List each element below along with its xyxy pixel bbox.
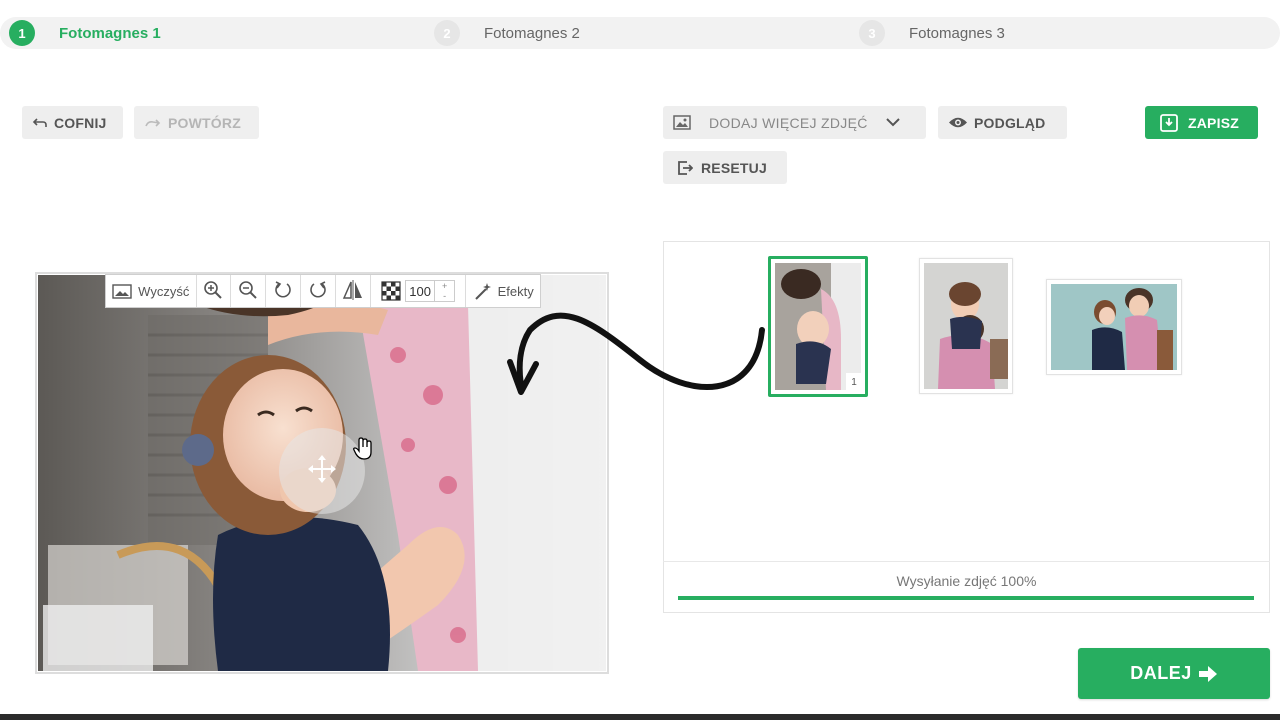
thumbnail-2-image [920,259,1012,393]
thumbnail-3-image [1047,280,1181,374]
opacity-control: 100 + - [371,275,467,307]
reset-icon [677,160,693,176]
steps-bar: 1 Fotomagnes 1 2 Fotomagnes 2 3 Fotomagn… [0,17,1280,49]
rotate-left-button[interactable] [266,275,302,307]
next-label: DALEJ [1130,663,1192,683]
rotate-right-icon [308,280,328,303]
bottom-bar [0,714,1280,720]
magic-wand-icon [473,281,493,301]
redo-button[interactable]: POWTÓRZ [134,106,259,139]
step-3-number: 3 [859,20,885,46]
add-photos-label: DODAJ WIĘCEJ ZDJĘĆ [709,114,868,131]
undo-button[interactable]: COFNIJ [22,106,123,139]
image-icon [673,115,691,130]
effects-label: Efekty [497,283,534,299]
transparency-icon [381,281,401,301]
step-2-label: Fotomagnes 2 [484,24,580,42]
reset-button[interactable]: RESETUJ [663,151,787,184]
save-label: ZAPISZ [1188,114,1239,131]
rotate-left-icon [273,280,293,303]
step-2[interactable]: 2 Fotomagnes 2 [434,17,580,49]
zoom-in-icon [203,280,223,303]
clear-label: Wyczyść [138,283,190,299]
step-2-number: 2 [434,20,460,46]
stepper-up[interactable]: + [442,281,447,291]
save-icon [1160,113,1178,132]
next-button[interactable]: DALEJ [1078,648,1270,699]
step-3-label: Fotomagnes 3 [909,24,1005,42]
rotate-right-button[interactable] [301,275,336,307]
chevron-down-icon [885,118,900,127]
zoom-in-button[interactable] [197,275,232,307]
stepper-down[interactable]: - [443,291,446,301]
thumbnail-badge: 1 [846,373,862,391]
preview-label: PODGLĄD [974,114,1046,131]
image-icon [112,283,132,299]
editor-toolbar: Wyczyść 100 + - Efekty [105,274,541,308]
move-icon [307,454,337,489]
redo-label: POWTÓRZ [168,114,241,131]
upload-progress-fill [678,596,1254,600]
redo-icon [144,118,162,128]
thumbnail-2[interactable] [919,258,1013,394]
undo-label: COFNIJ [54,114,107,131]
opacity-input[interactable]: 100 [405,280,436,302]
preview-button[interactable]: PODGLĄD [938,106,1067,139]
opacity-stepper[interactable]: + - [435,280,456,302]
arrow-right-icon [1198,665,1218,683]
step-3[interactable]: 3 Fotomagnes 3 [859,17,1005,49]
hand-cursor-icon [352,437,374,466]
reset-label: RESETUJ [701,159,767,176]
flip-button[interactable] [336,275,371,307]
add-photos-dropdown[interactable]: DODAJ WIĘCEJ ZDJĘĆ [663,106,926,139]
thumbnail-1[interactable]: 1 [768,256,868,397]
upload-progress-bar [678,596,1254,600]
undo-icon [32,117,48,129]
eye-icon [948,116,968,129]
step-1-number: 1 [9,20,35,46]
thumbnail-3[interactable] [1046,279,1182,375]
save-button[interactable]: ZAPISZ [1145,106,1258,139]
step-1[interactable]: 1 Fotomagnes 1 [9,17,161,49]
zoom-out-button[interactable] [231,275,267,307]
step-1-label: Fotomagnes 1 [59,24,161,42]
flip-icon [342,279,364,303]
panel-divider [663,561,1270,562]
upload-status: Wysyłanie zdjęć 100% [896,573,1037,589]
effects-button[interactable]: Efekty [466,275,540,307]
zoom-out-icon [238,280,258,303]
clear-button[interactable]: Wyczyść [106,275,197,307]
